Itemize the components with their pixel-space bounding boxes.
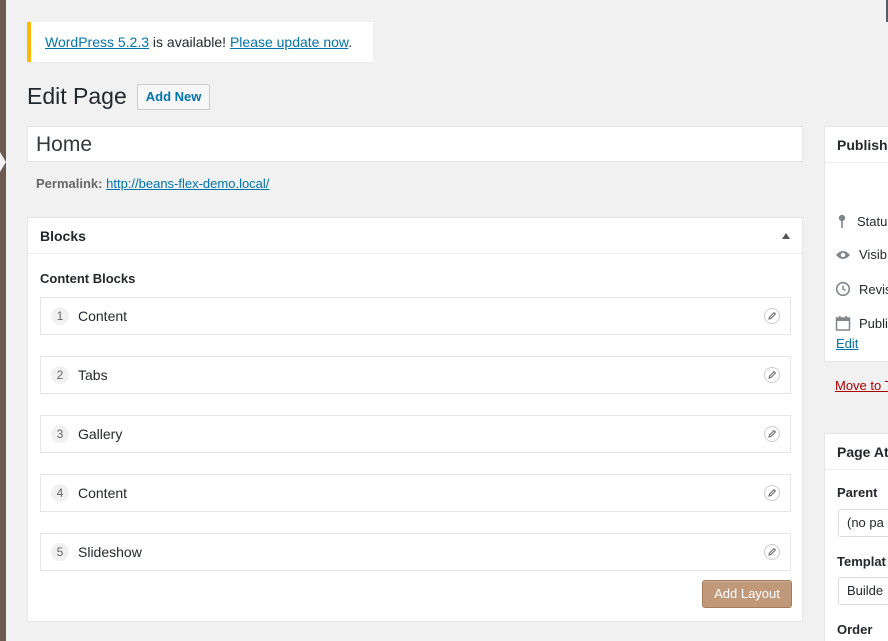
parent-select[interactable]: (no pa <box>838 509 888 537</box>
notice-end: . <box>348 34 353 50</box>
admin-menu-current-indicator <box>0 152 6 172</box>
page-heading: Edit Page Add New <box>27 83 211 110</box>
add-new-button[interactable]: Add New <box>136 83 211 110</box>
blocks-metabox-title: Blocks <box>40 227 86 244</box>
post-title-input[interactable]: Home <box>27 126 803 162</box>
blocks-metabox: Blocks Content Blocks 1 Content 2 Tabs 3… <box>27 217 803 622</box>
layout-row[interactable]: 2 Tabs <box>40 356 791 394</box>
publish-revisions-label: Revis <box>859 281 888 297</box>
collapse-arrow-icon[interactable] <box>782 232 790 239</box>
layout-row-label: Gallery <box>78 426 123 442</box>
layout-row-number: 2 <box>51 366 69 384</box>
pencil-icon[interactable] <box>764 308 780 324</box>
history-icon <box>835 281 851 297</box>
layout-row[interactable]: 3 Gallery <box>40 415 791 453</box>
update-now-link[interactable]: Please update now <box>230 34 348 50</box>
publish-date-edit-link[interactable]: Edit <box>836 336 858 351</box>
permalink-url-link[interactable]: http://beans-flex-demo.local/ <box>106 176 269 191</box>
publish-status-label: Statu <box>857 213 888 229</box>
content-blocks-label: Content Blocks <box>40 271 136 286</box>
notice-text: is available! <box>149 34 230 50</box>
layout-row-number: 5 <box>51 543 69 561</box>
pin-icon <box>838 214 846 228</box>
blocks-metabox-header[interactable]: Blocks <box>28 218 802 254</box>
layout-row-number: 4 <box>51 484 69 502</box>
calendar-icon <box>835 316 851 331</box>
layout-row-label: Slideshow <box>78 544 142 560</box>
eye-icon <box>836 250 850 259</box>
permalink-label: Permalink: <box>36 176 103 191</box>
layout-row-label: Content <box>78 308 128 324</box>
page-attributes-title: Page At <box>825 434 888 470</box>
publish-date-label: Publi <box>859 315 888 331</box>
order-label: Order <box>837 622 873 637</box>
layout-row-label: Content <box>78 485 128 501</box>
template-label: Templat <box>837 554 886 569</box>
add-layout-button[interactable]: Add Layout <box>702 580 792 608</box>
pencil-icon[interactable] <box>764 426 780 442</box>
wordpress-version-link[interactable]: WordPress 5.2.3 <box>45 34 149 50</box>
pencil-icon[interactable] <box>764 544 780 560</box>
layout-row[interactable]: 1 Content <box>40 297 791 335</box>
publish-visibility-label: Visib <box>859 247 887 262</box>
publish-metabox: Publish Statu Visib Revis Publi Edit <box>824 126 888 362</box>
update-notice: WordPress 5.2.3 is available! Please upd… <box>27 22 373 62</box>
publish-revisions: Revis <box>835 281 888 297</box>
parent-label: Parent <box>837 485 878 500</box>
page-attributes-metabox: Page At Parent (no pa Templat Builde Ord… <box>824 433 888 641</box>
template-select[interactable]: Builde <box>838 577 888 605</box>
publish-date: Publi <box>835 315 888 331</box>
publish-metabox-title: Publish <box>825 127 888 163</box>
page-title: Edit Page <box>27 83 127 109</box>
publish-visibility: Visib <box>835 247 887 262</box>
publish-status: Statu <box>835 213 887 229</box>
layout-row-number: 3 <box>51 425 69 443</box>
layout-row-number: 1 <box>51 307 69 325</box>
layout-row[interactable]: 5 Slideshow <box>40 533 791 571</box>
move-to-trash-link[interactable]: Move to T <box>835 378 888 393</box>
admin-menu-edge <box>0 0 6 641</box>
permalink: Permalink: http://beans-flex-demo.local/ <box>36 176 269 191</box>
pencil-icon[interactable] <box>764 485 780 501</box>
layout-row-label: Tabs <box>78 367 108 383</box>
layout-row[interactable]: 4 Content <box>40 474 791 512</box>
pencil-icon[interactable] <box>764 367 780 383</box>
